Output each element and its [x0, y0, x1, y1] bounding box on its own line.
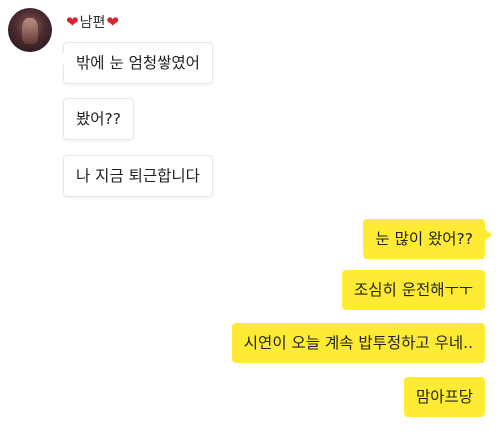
- message-text: 눈 많이 왔어??: [375, 230, 473, 248]
- sender-name: 남편: [79, 15, 106, 31]
- outgoing-message[interactable]: 시연이 오늘 계속 밥투정하고 우네..: [231, 323, 485, 363]
- message-text: 맘아프당: [415, 388, 473, 406]
- outgoing-message[interactable]: 맘아프당: [403, 377, 485, 417]
- heart-icon: ❤: [106, 12, 119, 31]
- incoming-message[interactable]: 밖에 눈 엄청쌓였어: [57, 42, 213, 84]
- incoming-message[interactable]: 나 지금 퇴근합니다: [63, 155, 213, 197]
- message-text: 밖에 눈 엄청쌓였어: [76, 54, 200, 72]
- incoming-message[interactable]: 봤어??: [63, 98, 134, 140]
- sender-avatar[interactable]: [8, 8, 52, 52]
- message-text: 나 지금 퇴근합니다: [76, 167, 200, 185]
- avatar-photo: [22, 18, 38, 44]
- sender-name-row: ❤ 남편 ❤: [66, 12, 119, 32]
- message-text: 봤어??: [76, 110, 121, 128]
- message-text: 조심히 운전해ㅜㅜ: [353, 281, 473, 299]
- heart-icon: ❤: [66, 12, 79, 31]
- outgoing-message[interactable]: 조심히 운전해ㅜㅜ: [341, 270, 485, 310]
- message-text: 시연이 오늘 계속 밥투정하고 우네..: [243, 334, 473, 352]
- outgoing-message[interactable]: 눈 많이 왔어??: [363, 219, 492, 259]
